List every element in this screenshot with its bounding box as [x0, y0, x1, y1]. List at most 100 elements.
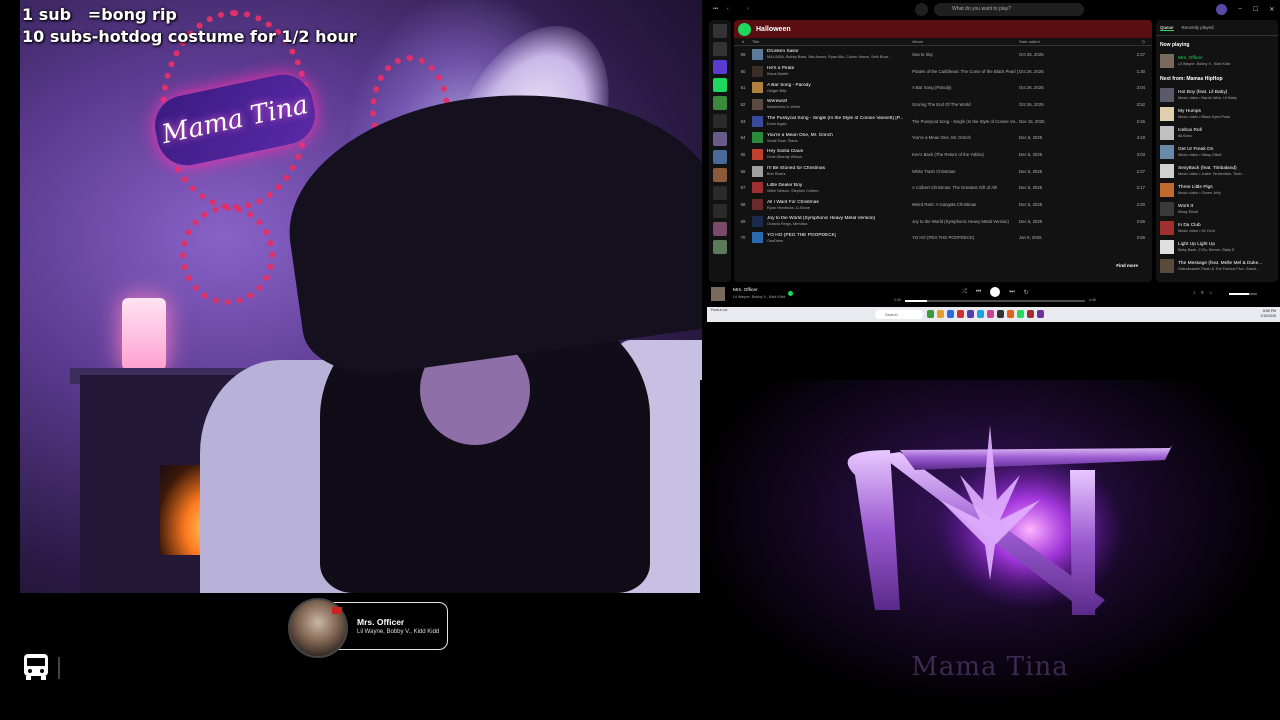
avatar[interactable] — [1216, 4, 1227, 15]
taskbar-app-icon[interactable] — [1027, 310, 1034, 318]
col-title[interactable]: Title — [752, 39, 912, 44]
track-artist[interactable]: Done Again — [767, 122, 903, 126]
track-row[interactable]: 63 The Pussycat Song - Single (In the Sty… — [734, 113, 1152, 130]
spotify-search-input[interactable]: What do you want to play? — [934, 3, 1084, 16]
tab-recently-played[interactable]: Recently played — [1182, 25, 1214, 30]
taskbar-toast[interactable]: Fuck a Lot — [709, 307, 747, 317]
track-row[interactable]: 60 He's a Pirate Klaus Badelt Pirates of th… — [734, 63, 1152, 80]
queue-now-playing[interactable]: Mrs. Officer Lil Wayne, Bobby V., Kidd K… — [1156, 51, 1278, 70]
queue-item[interactable]: Light Up Light Up Baby Bash, Z-Ro, Berner… — [1156, 237, 1278, 256]
track-row[interactable]: 61 A Bar Song - Parody Ginger Billy A Bar S… — [734, 79, 1152, 96]
tab-queue[interactable]: Queue — [1160, 25, 1174, 31]
taskbar-app-icon[interactable] — [1037, 310, 1044, 318]
extra-controls-icon[interactable]: ♪ ≡ ⌂ — [1193, 290, 1214, 296]
queue-item[interactable]: In Da Club Music video • 50 Cent — [1156, 218, 1278, 237]
queue-item[interactable]: My Humps Music video • Black Eyed Peas — [1156, 104, 1278, 123]
close-icon[interactable]: ✕ — [1269, 6, 1274, 13]
playlist-icon[interactable] — [713, 168, 727, 182]
track-title[interactable]: Little Dealer Boy — [767, 183, 819, 188]
progress-bar[interactable] — [905, 300, 1085, 302]
track-title[interactable]: Werewolf — [767, 99, 800, 104]
taskbar-app-icon[interactable] — [927, 310, 934, 318]
track-row[interactable]: 66 I'll Be Stoned for Christmas Bob Rivers… — [734, 163, 1152, 180]
track-row[interactable]: 62 Werewolf Motionless In White Scoring The… — [734, 96, 1152, 113]
track-album[interactable]: YO HO (PEG THE POOPDECK) — [912, 235, 1019, 240]
track-album[interactable]: Joy to the World (Symphonic Heavy Metal … — [912, 219, 1019, 224]
liked-songs-icon[interactable] — [713, 60, 727, 74]
track-row[interactable]: 70 YO HO (PEG THE POOPDECK) OneDeen YO HO (… — [734, 230, 1152, 247]
playlist-icon[interactable] — [713, 222, 727, 236]
track-artist[interactable]: Kevin Brandy Wilson — [767, 155, 803, 159]
track-album[interactable]: A Bar Song (Parody) — [912, 85, 1019, 90]
taskbar-app-icon[interactable] — [947, 310, 954, 318]
queue-item[interactable]: Hot Boy (feat. Lil Baby) Music video • Na… — [1156, 85, 1278, 104]
queue-item[interactable]: Three Little Pigs Music video • Green Jel… — [1156, 180, 1278, 199]
folder-icon[interactable] — [713, 186, 727, 200]
queue-item[interactable]: Work It Missy Elliott — [1156, 199, 1278, 218]
taskbar-app-icon[interactable] — [997, 310, 1004, 318]
playlist-icon[interactable] — [713, 150, 727, 164]
track-row[interactable]: 69 Joy to the World (Symphonic Heavy Meta… — [734, 213, 1152, 230]
track-title[interactable]: You're a Mean One, Mr. Grinch — [767, 133, 833, 138]
music-note-icon[interactable] — [713, 114, 727, 128]
queue-item[interactable]: Get Ur Freak On Music video • Missy Ellio… — [1156, 142, 1278, 161]
maximize-icon[interactable]: ☐ — [1253, 6, 1258, 13]
saved-check-icon[interactable] — [788, 291, 793, 296]
playlist-icon[interactable] — [713, 78, 727, 92]
previous-icon[interactable]: ⏮ — [976, 289, 981, 296]
taskbar-app-icon[interactable] — [977, 310, 984, 318]
taskbar-app-icon[interactable] — [1007, 310, 1014, 318]
track-album[interactable]: Scoring The End Of The World — [912, 102, 1019, 107]
back-icon[interactable]: ‹ — [727, 6, 747, 12]
system-tray[interactable]: 8:55 PM 1/10/2026 — [1260, 309, 1276, 319]
col-date[interactable]: Date added — [1019, 39, 1109, 44]
track-title[interactable]: Drunken Sailor — [767, 49, 891, 54]
track-artist[interactable]: MALINDA, Bobby Bass, Mia Asano, Ryan All… — [767, 55, 891, 59]
track-album[interactable]: A Colbert Christmas: The Greatest Gift o… — [912, 185, 1019, 190]
track-album[interactable]: You're a Mean One, Mr. Grinch — [912, 135, 1019, 140]
track-row[interactable]: 68 All I Want For Christmas Ryan Hendricks… — [734, 196, 1152, 213]
track-artist[interactable]: Klaus Badelt — [767, 72, 794, 76]
track-title[interactable]: All I Want For Christmas — [767, 200, 819, 205]
track-title[interactable]: Joy to the World (Symphonic Heavy Metal … — [767, 216, 875, 221]
track-artist[interactable]: Bob Rivers — [767, 172, 825, 176]
play-button[interactable] — [738, 22, 751, 36]
track-title[interactable]: He's a Pirate — [767, 66, 794, 71]
track-artist[interactable]: Motionless In White — [767, 105, 800, 109]
track-album[interactable]: White Trash Christmas — [912, 169, 1019, 174]
queue-item[interactable]: The Message (feat. Melle Mel & Duke... Gr… — [1156, 256, 1278, 275]
add-icon[interactable] — [713, 42, 727, 56]
pause-button[interactable] — [990, 287, 1001, 297]
col-album[interactable]: Album — [912, 39, 1019, 44]
home-icon[interactable] — [915, 3, 928, 16]
playlist-icon[interactable] — [713, 132, 727, 146]
taskbar-app-icon[interactable] — [1017, 310, 1024, 318]
track-row[interactable]: 67 Little Dealer Boy Willie Nelson, Stephe… — [734, 180, 1152, 197]
track-album[interactable]: Sea to Sky — [912, 52, 1019, 57]
taskbar-search[interactable]: Search — [875, 310, 923, 319]
track-artist[interactable]: Ryan Hendricks, D-Stone — [767, 206, 819, 210]
playlist-icon[interactable] — [713, 240, 727, 254]
menu-icon[interactable]: ••• — [713, 6, 727, 12]
forward-icon[interactable]: › — [747, 6, 767, 12]
track-album[interactable]: Weird Rant: A Gangsta Christmas — [912, 202, 1019, 207]
find-more-link[interactable]: Find more — [1116, 263, 1138, 268]
track-title[interactable]: YO HO (PEG THE POOPDECK) — [767, 233, 836, 238]
queue-item[interactable]: SexyBack (feat. Timbaland) Music video • … — [1156, 161, 1278, 180]
track-album[interactable]: The Pussycat Song - Single (In the Style… — [912, 119, 1019, 124]
track-title[interactable]: A Bar Song - Parody — [767, 83, 811, 88]
volume-slider[interactable] — [1229, 293, 1257, 295]
track-artist[interactable]: Ginger Billy — [767, 89, 811, 93]
repeat-icon[interactable]: ↻ — [1024, 289, 1029, 296]
track-artist[interactable]: Willie Nelson, Stephen Colbert — [767, 189, 819, 193]
track-row[interactable]: 65 Hey Santa Claus Kevin Brandy Wilson Kev'… — [734, 146, 1152, 163]
track-title[interactable]: The Pussycat Song - Single (In the Style… — [767, 116, 903, 121]
track-artist[interactable]: OneDeen — [767, 239, 836, 243]
track-title[interactable]: Hey Santa Claus — [767, 149, 803, 154]
player-title[interactable]: Mrs. Officer — [733, 288, 758, 293]
taskbar-app-icon[interactable] — [967, 310, 974, 318]
shuffle-icon[interactable]: ⤮ — [962, 289, 967, 296]
track-album[interactable]: Kev's Back (The Return of the Yobbo) — [912, 152, 1019, 157]
user-icon[interactable] — [713, 204, 727, 218]
track-album[interactable]: Pirates of the Caribbean: The Curse of t… — [912, 69, 1019, 74]
